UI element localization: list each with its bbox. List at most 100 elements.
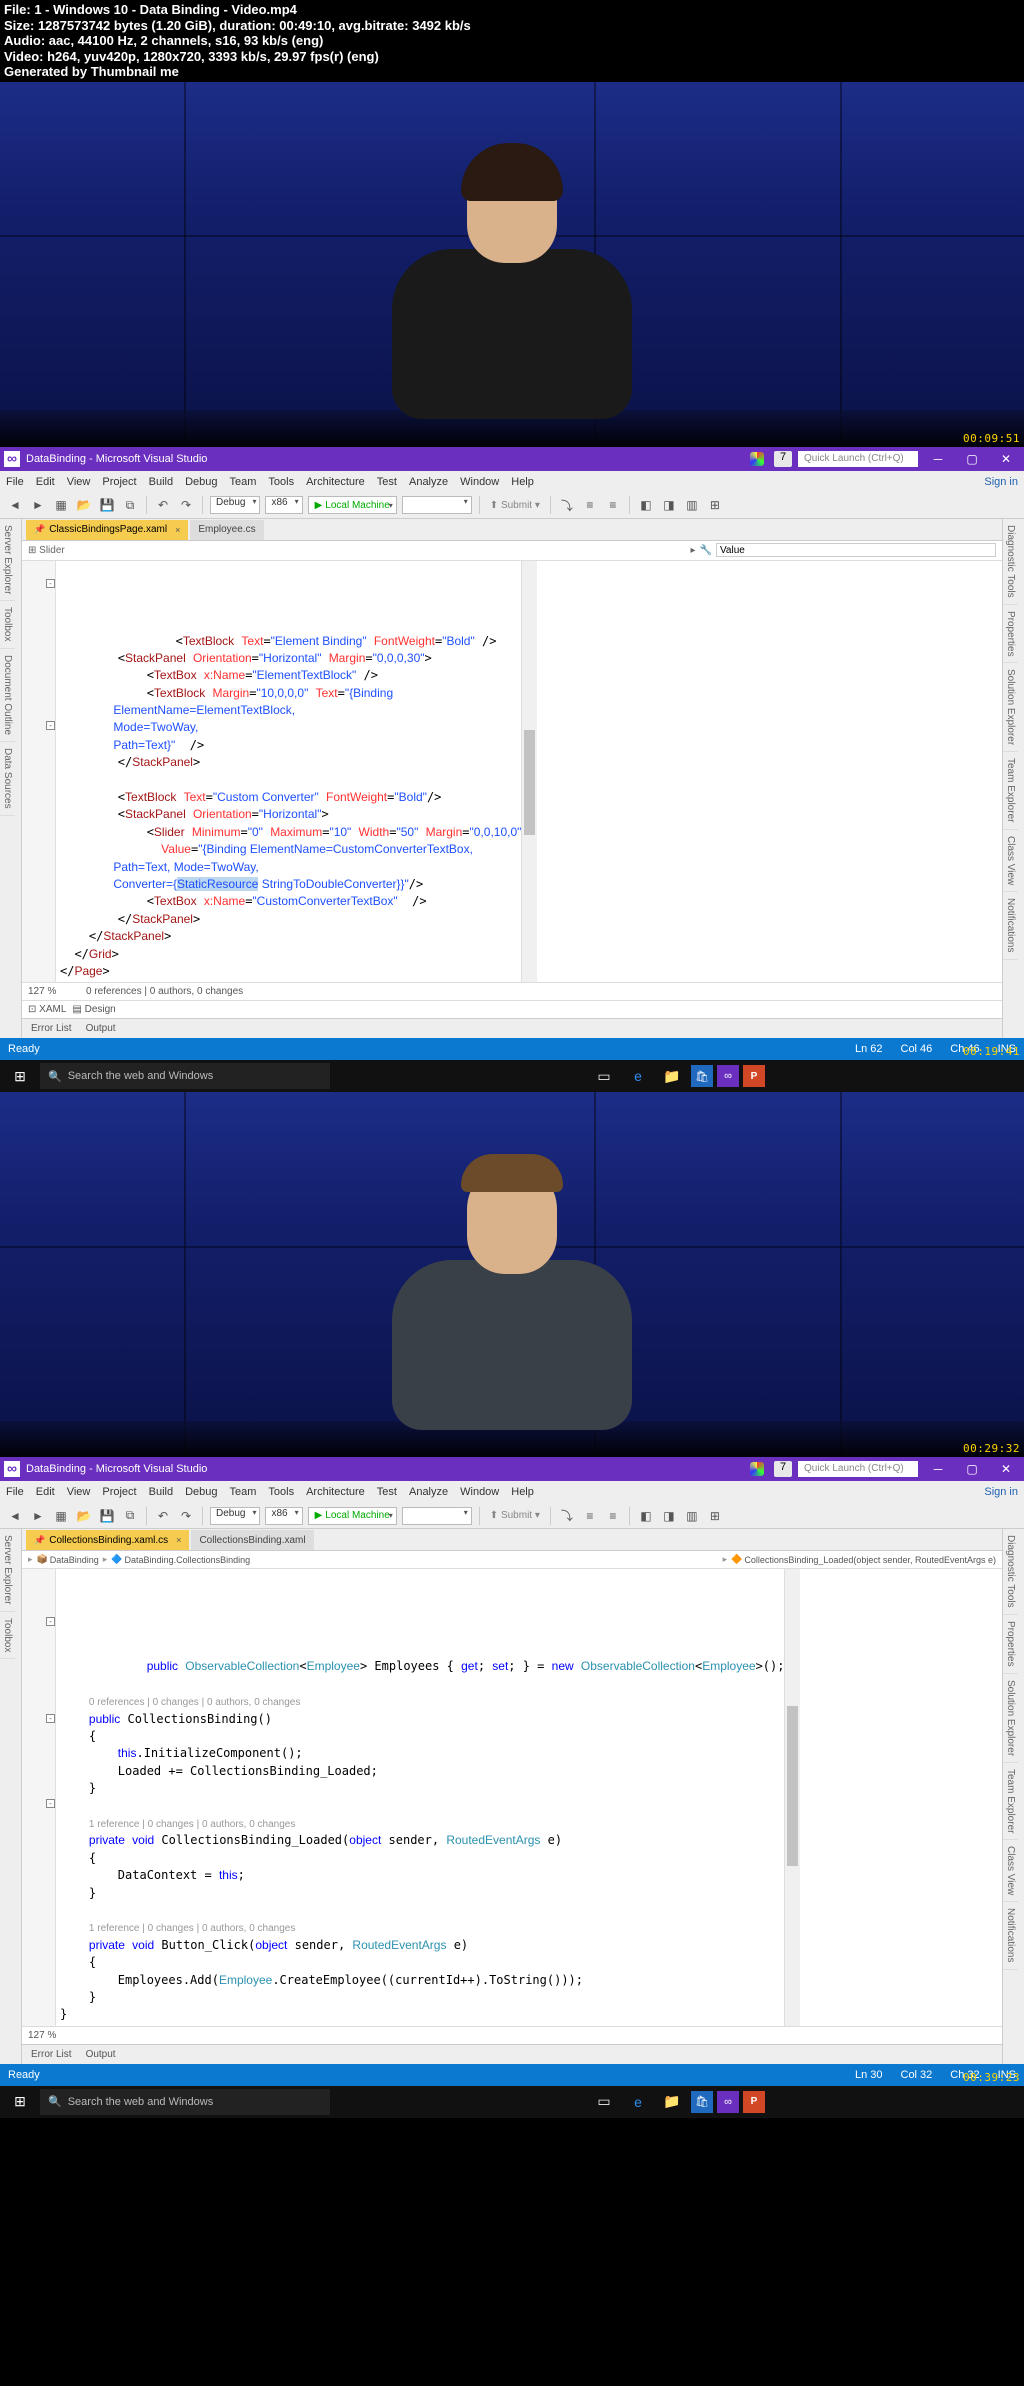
xaml-tab[interactable]: ⊡ XAML <box>28 1004 66 1015</box>
store-icon[interactable]: 🛍 <box>691 1065 713 1087</box>
rail-properties[interactable]: Properties <box>1003 1615 1018 1674</box>
file-explorer-icon[interactable]: 📁 <box>657 1061 687 1091</box>
save-all-icon[interactable]: ⧉ <box>121 1507 139 1525</box>
save-icon[interactable]: 💾 <box>98 496 116 514</box>
xaml-element-picker[interactable]: ⊞ Slider <box>28 545 65 556</box>
redo-icon[interactable]: ↷ <box>177 496 195 514</box>
close-icon[interactable]: × <box>176 1535 181 1545</box>
menu-help[interactable]: Help <box>511 1486 534 1498</box>
signin-link[interactable]: Sign in <box>984 1486 1018 1498</box>
rail-team-explorer[interactable]: Team Explorer <box>1003 752 1018 829</box>
maximize-button[interactable]: ▢ <box>958 452 986 466</box>
toolbar-icon-d[interactable]: ⊞ <box>706 1507 724 1525</box>
zoom-level[interactable]: 127 % <box>28 2030 76 2041</box>
menu-file[interactable]: File <box>6 1486 24 1498</box>
notification-badge[interactable]: 7 <box>774 1461 792 1477</box>
vs-titlebar[interactable]: DataBinding - Microsoft Visual Studio 7 … <box>0 447 1024 471</box>
menu-analyze[interactable]: Analyze <box>409 1486 448 1498</box>
zoom-level[interactable]: 127 % <box>28 986 76 997</box>
rail-notifications[interactable]: Notifications <box>1003 1902 1018 1969</box>
store-icon[interactable]: 🛍 <box>691 2091 713 2113</box>
uncomment-icon[interactable]: ≡ <box>604 496 622 514</box>
menu-tools[interactable]: Tools <box>268 476 294 488</box>
rail-class-view[interactable]: Class View <box>1003 830 1018 892</box>
tab-collectionsbinding-cs[interactable]: CollectionsBinding.xaml.cs× <box>26 1530 189 1550</box>
maximize-button[interactable]: ▢ <box>958 1462 986 1476</box>
undo-icon[interactable]: ↶ <box>154 496 172 514</box>
comment-icon[interactable]: ≡ <box>581 496 599 514</box>
start-button[interactable]: ⊞ <box>4 1060 36 1092</box>
tab-errorlist[interactable]: Error List <box>28 1022 75 1035</box>
toolbar-icon-c[interactable]: ▥ <box>683 496 701 514</box>
quick-launch-input[interactable]: Quick Launch (Ctrl+Q) <box>798 451 918 467</box>
comment-icon[interactable]: ≡ <box>581 1507 599 1525</box>
feedback-flag-icon[interactable] <box>750 1462 764 1476</box>
menu-project[interactable]: Project <box>102 1486 136 1498</box>
taskbar-search-input[interactable]: Search the web and Windows <box>40 1063 330 1089</box>
rail-data-sources[interactable]: Data Sources <box>0 742 15 816</box>
design-tab[interactable]: ▤ Design <box>72 1004 115 1015</box>
toolbar-icon-a[interactable]: ◧ <box>637 496 655 514</box>
rail-server-explorer[interactable]: Server Explorer <box>0 1529 15 1611</box>
menu-project[interactable]: Project <box>102 476 136 488</box>
file-explorer-icon[interactable]: 📁 <box>657 2087 687 2117</box>
menu-view[interactable]: View <box>67 1486 91 1498</box>
rail-toolbox[interactable]: Toolbox <box>0 1612 15 1659</box>
menu-test[interactable]: Test <box>377 1486 397 1498</box>
notification-badge[interactable]: 7 <box>774 451 792 467</box>
menu-build[interactable]: Build <box>149 1486 173 1498</box>
toolbar-icon-c[interactable]: ▥ <box>683 1507 701 1525</box>
config-selector[interactable]: Debug <box>210 1507 260 1525</box>
rail-class-view[interactable]: Class View <box>1003 1840 1018 1902</box>
menu-window[interactable]: Window <box>460 1486 499 1498</box>
editor-scrollbar[interactable] <box>521 561 537 982</box>
nav-back-icon[interactable]: ◄ <box>6 496 24 514</box>
rail-team-explorer[interactable]: Team Explorer <box>1003 1763 1018 1840</box>
powerpoint-icon[interactable]: P <box>743 2091 765 2113</box>
menu-architecture[interactable]: Architecture <box>306 1486 365 1498</box>
tab-output[interactable]: Output <box>83 2048 119 2061</box>
menu-edit[interactable]: Edit <box>36 476 55 488</box>
submit-button[interactable]: ⬆ Submit ▾ <box>487 1510 543 1521</box>
menu-tools[interactable]: Tools <box>268 1486 294 1498</box>
start-button[interactable]: ⊞ <box>4 2086 36 2118</box>
rail-diagnostic[interactable]: Diagnostic Tools <box>1003 1529 1018 1615</box>
menu-team[interactable]: Team <box>230 1486 257 1498</box>
menu-view[interactable]: View <box>67 476 91 488</box>
menu-debug[interactable]: Debug <box>185 1486 217 1498</box>
rail-solution-explorer[interactable]: Solution Explorer <box>1003 663 1018 752</box>
csharp-code-editor[interactable]: - - - public ObservableCollection<Employ… <box>22 1569 784 2025</box>
uncomment-icon[interactable]: ≡ <box>604 1507 622 1525</box>
bc-member[interactable]: 🔶 CollectionsBinding_Loaded(object sende… <box>723 1554 996 1565</box>
platform-selector[interactable]: x86 <box>265 496 302 514</box>
target-selector[interactable] <box>402 496 472 514</box>
menu-debug[interactable]: Debug <box>185 476 217 488</box>
platform-selector[interactable]: x86 <box>265 1507 302 1525</box>
menu-team[interactable]: Team <box>230 476 257 488</box>
visualstudio-icon[interactable]: ∞ <box>717 1065 739 1087</box>
edge-icon[interactable]: e <box>623 1061 653 1091</box>
menu-edit[interactable]: Edit <box>36 1486 55 1498</box>
nav-back-icon[interactable]: ◄ <box>6 1507 24 1525</box>
redo-icon[interactable]: ↷ <box>177 1507 195 1525</box>
close-button[interactable]: ✕ <box>992 1462 1020 1476</box>
menu-build[interactable]: Build <box>149 476 173 488</box>
menu-test[interactable]: Test <box>377 476 397 488</box>
undo-icon[interactable]: ↶ <box>154 1507 172 1525</box>
submit-button[interactable]: ⬆ Submit ▾ <box>487 500 543 511</box>
toolbar-icon-b[interactable]: ◨ <box>660 496 678 514</box>
tab-classicbindingspage[interactable]: ClassicBindingsPage.xaml× <box>26 520 188 540</box>
toolbar-icon-b[interactable]: ◨ <box>660 1507 678 1525</box>
taskview-icon[interactable]: ▭ <box>589 1061 619 1091</box>
target-selector[interactable] <box>402 1507 472 1525</box>
property-value-input[interactable] <box>716 543 996 557</box>
tab-errorlist[interactable]: Error List <box>28 2048 75 2061</box>
rail-toolbox[interactable]: Toolbox <box>0 601 15 648</box>
new-project-icon[interactable]: ▦ <box>52 1507 70 1525</box>
quick-launch-input[interactable]: Quick Launch (Ctrl+Q) <box>798 1461 918 1477</box>
toolbar-icon-d[interactable]: ⊞ <box>706 496 724 514</box>
visualstudio-icon[interactable]: ∞ <box>717 2091 739 2113</box>
nav-fwd-icon[interactable]: ► <box>29 496 47 514</box>
bc-namespace[interactable]: 📦 DataBinding <box>28 1554 99 1565</box>
rail-properties[interactable]: Properties <box>1003 605 1018 664</box>
